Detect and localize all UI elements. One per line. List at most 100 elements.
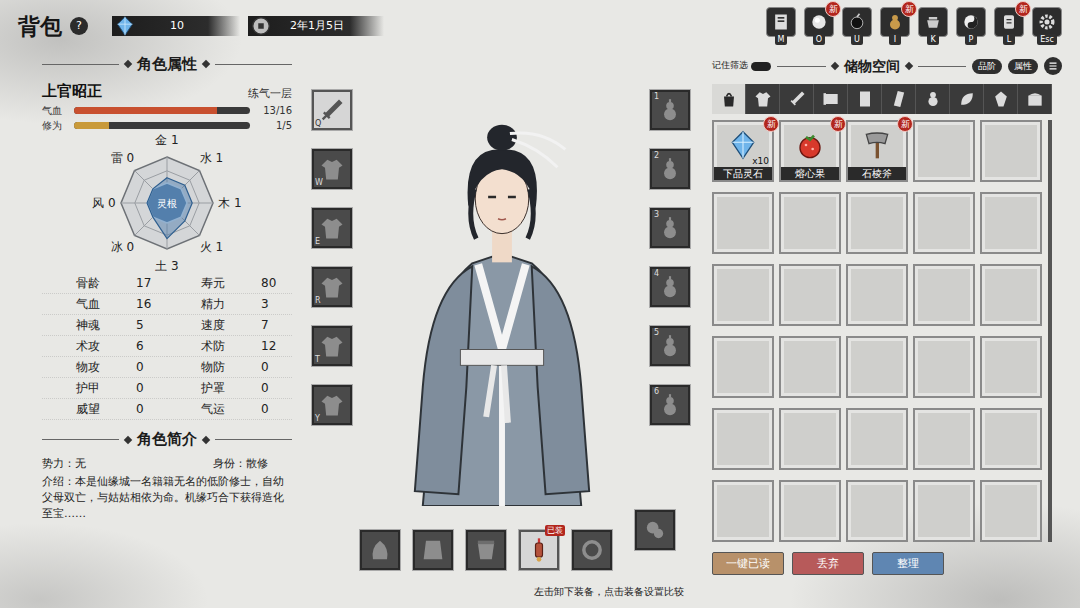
header-ornament [904,62,912,70]
menu-button[interactable]: Esc [1032,7,1062,45]
accessory-slot[interactable]: 3 [650,208,690,248]
inventory-slot[interactable]: x10下品灵石新 [712,120,774,182]
inventory-slot[interactable] [913,264,975,326]
inventory-slot[interactable] [980,192,1042,254]
equipment-slot[interactable]: W [312,149,352,189]
inventory-slot[interactable]: 石棱斧新 [846,120,908,182]
equipped-tag: 已装 [545,525,565,536]
sort-button[interactable]: 属性 [1008,59,1038,74]
accessory-slot[interactable]: 6 [650,385,690,425]
category-tab[interactable] [1018,84,1052,114]
inventory-slot[interactable] [846,408,908,470]
category-tab[interactable] [950,84,984,114]
menu-tile[interactable] [842,7,872,37]
menu-tile[interactable] [956,7,986,37]
category-tab[interactable] [814,84,848,114]
accessory-slot[interactable]: 1 [650,90,690,130]
inventory-slot[interactable] [779,192,841,254]
inventory-slot[interactable] [779,336,841,398]
equipment-slot[interactable]: Q [312,90,352,130]
storage-title: 储物空间 [777,54,966,78]
equipment-slot[interactable] [413,530,453,570]
inventory-slot[interactable] [712,336,774,398]
stat-value: 3 [261,295,269,313]
element-name: 金 [155,133,167,147]
category-tab[interactable] [780,84,814,114]
slot-number: 3 [654,210,659,220]
sword-icon [787,89,807,109]
inventory-slot[interactable] [913,336,975,398]
equipment-slot[interactable]: Y [312,385,352,425]
accessory-slot[interactable]: 4 [650,267,690,307]
action-button[interactable]: 整理 [872,552,944,575]
action-button[interactable]: 丢弃 [792,552,864,575]
accessory-slot[interactable]: 2 [650,149,690,189]
menu-button[interactable]: K [918,7,948,45]
menu-button[interactable]: P [956,7,986,45]
action-button[interactable]: 一键已读 [712,552,784,575]
category-tab[interactable] [984,84,1018,114]
equipment-slot[interactable] [466,530,506,570]
element-value: 风 0 [92,194,115,212]
inventory-slot[interactable] [980,264,1042,326]
inventory-slot[interactable] [980,120,1042,182]
fruit-icon [794,129,826,161]
equipment-slot[interactable]: R [312,267,352,307]
equipment-panel: QWERTY123456已装左击卸下装备，点击装备设置比较 [312,52,692,608]
list-view-button[interactable] [1044,57,1062,75]
inventory-slot[interactable] [712,480,774,542]
menu-button[interactable]: I新 [880,7,910,45]
category-tab[interactable] [916,84,950,114]
equipment-slot[interactable]: 已装 [519,530,559,570]
menu-button[interactable]: U [842,7,872,45]
inventory-slot[interactable] [779,480,841,542]
menu-button[interactable]: M [766,7,796,45]
item-name: 石棱斧 [848,167,906,180]
toggle-switch[interactable] [751,62,771,71]
inventory-slot[interactable] [913,120,975,182]
menu-tile[interactable] [766,7,796,37]
inventory-slot[interactable] [913,480,975,542]
equipment-slot[interactable]: T [312,326,352,366]
inventory-slot[interactable] [779,408,841,470]
header-ornament [202,60,210,68]
category-tab[interactable] [848,84,882,114]
inventory-slot[interactable]: 熔心果新 [779,120,841,182]
menu-tile[interactable] [1032,7,1062,37]
equipment-slot[interactable]: E [312,208,352,248]
equipment-slot[interactable] [572,530,612,570]
accessory-slot[interactable]: 5 [650,326,690,366]
inventory-slot[interactable] [913,192,975,254]
inventory-slot[interactable] [712,408,774,470]
sort-button[interactable]: 品阶 [972,59,1002,74]
equipment-slot[interactable] [360,530,400,570]
scrollbar-track[interactable] [1048,120,1052,542]
category-tab[interactable] [746,84,780,114]
element-value: 火 1 [200,238,223,256]
equipment-slot[interactable] [635,510,675,550]
inventory-slot[interactable] [712,264,774,326]
stat-row: 威望0 [42,399,167,420]
inventory-slot[interactable] [846,264,908,326]
inventory-slot[interactable] [846,480,908,542]
inventory-slot[interactable] [980,480,1042,542]
inventory-slot[interactable] [846,192,908,254]
inventory-slot[interactable] [980,408,1042,470]
spirit-root-label: 灵根 [157,195,177,210]
inventory-slot[interactable] [712,192,774,254]
bomb-icon [847,12,867,32]
menu-tile[interactable] [918,7,948,37]
stat-bar-label: 气血 [42,103,68,118]
inventory-slot[interactable] [846,336,908,398]
inventory-slot[interactable] [779,264,841,326]
category-tab[interactable] [882,84,916,114]
category-tab[interactable] [712,84,746,114]
scrollbar-thumb[interactable] [1048,120,1052,542]
stat-value: 6 [136,337,144,355]
inventory-slot[interactable] [980,336,1042,398]
menu-button[interactable]: L新 [994,7,1024,45]
help-button[interactable]: ? [70,17,88,35]
menu-button[interactable]: O新 [804,7,834,45]
inventory-slot[interactable] [913,408,975,470]
remember-filter-toggle[interactable]: 记住筛选 [712,59,771,73]
